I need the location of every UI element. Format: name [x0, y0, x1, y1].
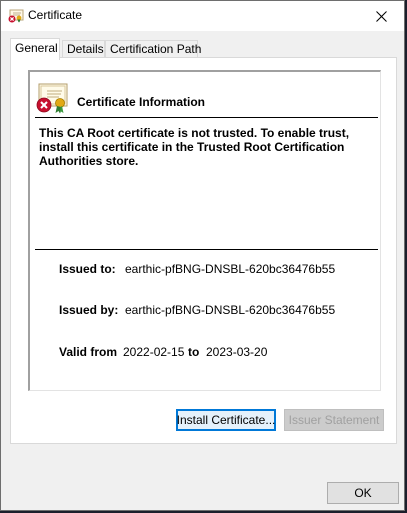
valid-from-label: Valid from: [59, 345, 118, 359]
issued-to-value[interactable]: earthic-pfBNG-DNSBL-620bc36476b55: [125, 262, 335, 276]
issued-by-label: Issued by:: [59, 303, 119, 317]
general-tab-panel: Certificate Information This CA Root cer…: [10, 57, 397, 444]
valid-to-label: to: [188, 345, 200, 359]
trust-warning-text: This CA Root certificate is not trusted.…: [39, 126, 350, 168]
divider: [35, 249, 378, 250]
certificate-error-icon: [8, 9, 24, 23]
valid-from-value[interactable]: 2022-02-15: [123, 345, 184, 359]
tab-general[interactable]: General: [10, 38, 60, 60]
issued-to-label: Issued to:: [59, 262, 116, 276]
close-button[interactable]: [358, 1, 404, 31]
title-bar[interactable]: Certificate: [1, 1, 404, 31]
close-icon: [375, 10, 387, 22]
window-title: Certificate: [28, 8, 83, 22]
info-heading: Certificate Information: [77, 95, 206, 109]
certificate-info-box: Certificate Information This CA Root cer…: [28, 70, 381, 391]
certificate-error-icon: [36, 83, 68, 114]
divider: [35, 117, 378, 118]
issuer-statement-button[interactable]: Issuer Statement: [284, 409, 384, 431]
issued-by-value[interactable]: earthic-pfBNG-DNSBL-620bc36476b55: [125, 303, 335, 317]
valid-to-value[interactable]: 2023-03-20: [206, 345, 267, 359]
ok-button[interactable]: OK: [327, 482, 399, 504]
install-certificate-button[interactable]: Install Certificate...: [176, 409, 276, 431]
certificate-dialog: Certificate General Details Certificatio…: [0, 0, 405, 511]
